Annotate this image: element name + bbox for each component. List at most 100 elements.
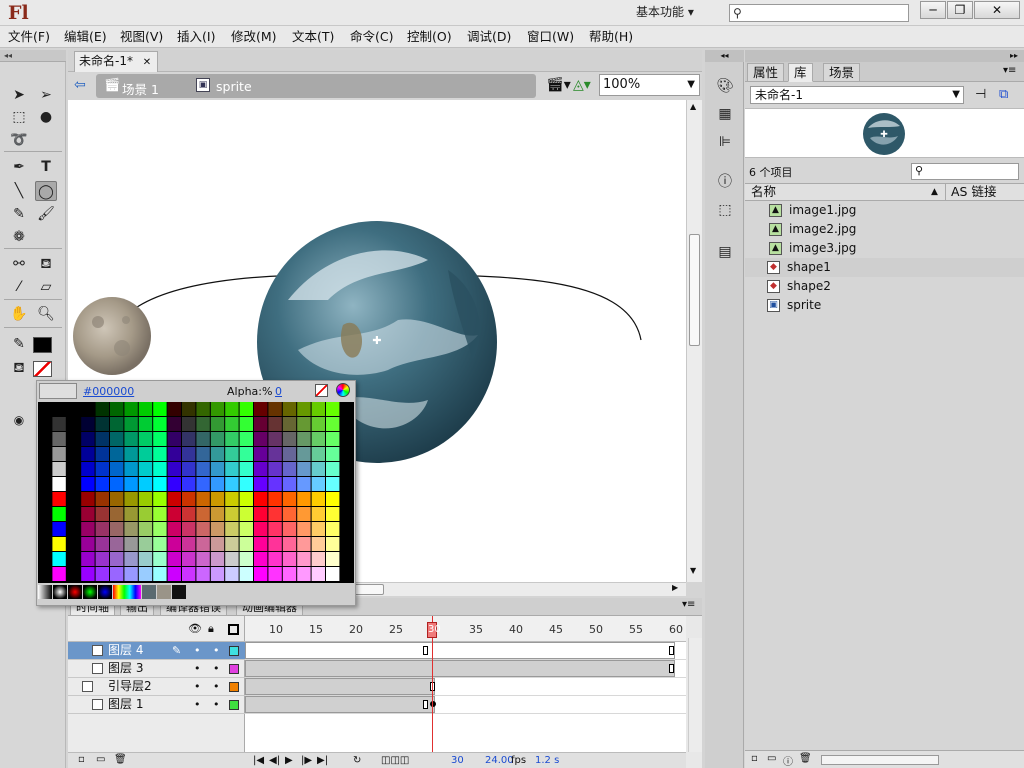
help-search-input[interactable]: ⚲ — [729, 4, 909, 22]
alpha-value[interactable]: 0 — [275, 385, 282, 398]
deco-tool-icon[interactable]: ❁ — [8, 227, 30, 247]
breadcrumb-scene[interactable]: 场景 1 — [122, 79, 159, 98]
menu-view[interactable]: 视图(V) — [120, 29, 163, 45]
breadcrumb-symbol[interactable]: sprite — [216, 79, 252, 94]
menu-help[interactable]: 帮助(H) — [589, 29, 633, 45]
minimize-button[interactable]: ─ — [920, 1, 946, 19]
stroke-color-swatch[interactable] — [33, 337, 52, 353]
current-frame-value[interactable]: 30 — [451, 754, 464, 768]
color-swatch-grid[interactable] — [38, 402, 354, 583]
new-folder-icon[interactable]: ▭ — [767, 753, 776, 764]
close-tab-icon[interactable]: ✕ — [143, 57, 151, 68]
color-wheel-icon[interactable] — [336, 383, 350, 397]
onion-skin-icon[interactable]: ◫◫◫ — [381, 754, 409, 768]
layer-row[interactable]: 引导层2 • • — [68, 678, 245, 696]
menu-commands[interactable]: 命令(C) — [350, 29, 393, 45]
pin-library-icon[interactable]: ⊣ — [975, 87, 986, 102]
library-search-input[interactable]: ⚲ — [911, 163, 1019, 180]
layer-row[interactable]: 图层 4 ✎ • • — [68, 642, 245, 660]
column-linkage[interactable]: AS 链接 — [951, 184, 996, 200]
close-button[interactable]: ✕ — [974, 1, 1020, 19]
gradient-swatches[interactable] — [38, 585, 354, 599]
library-horizontal-scrollbar[interactable] — [821, 755, 939, 765]
scroll-right-icon[interactable]: ▶ — [672, 583, 678, 592]
tab-scene[interactable]: 场景 — [823, 63, 861, 82]
free-transform-tool-icon[interactable]: ⬚ — [8, 107, 30, 127]
eraser-tool-icon[interactable]: ▱ — [35, 277, 57, 297]
menu-insert[interactable]: 插入(I) — [177, 29, 215, 45]
hand-tool-icon[interactable]: ✋ — [8, 304, 30, 324]
layer-color-swatch[interactable] — [229, 682, 239, 692]
library-item[interactable]: ▲ image1.jpg — [745, 201, 1024, 220]
panel-collapse-icon[interactable]: ▸▸ — [745, 50, 1024, 62]
menu-debug[interactable]: 调试(D) — [467, 29, 511, 45]
next-frame-icon[interactable]: |▶ — [301, 754, 312, 768]
timeline-scrollbar[interactable] — [688, 638, 702, 752]
layer-row[interactable]: 图层 3 • • — [68, 660, 245, 678]
stage-vertical-scrollbar[interactable]: ▲ ▼ — [686, 100, 702, 582]
3d-rotation-tool-icon[interactable]: ● — [35, 107, 57, 127]
layer-color-swatch[interactable] — [229, 646, 239, 656]
pen-tool-icon[interactable]: ✒ — [8, 157, 30, 177]
new-layer-icon[interactable]: ▫ — [78, 754, 85, 765]
outline-icon[interactable] — [228, 624, 239, 635]
menu-edit[interactable]: 编辑(E) — [64, 29, 107, 45]
edit-symbols-icon[interactable]: ◬▾ — [573, 77, 591, 93]
brush-tool-icon[interactable]: 🖌 — [35, 204, 57, 224]
swatches-panel-icon[interactable]: ▦ — [714, 104, 736, 124]
playhead-marker[interactable]: 30 — [427, 622, 441, 638]
menu-window[interactable]: 窗口(W) — [527, 29, 574, 45]
library-item[interactable]: ◆ shape1 — [745, 258, 1024, 277]
menu-modify[interactable]: 修改(M) — [231, 29, 277, 45]
new-symbol-icon[interactable]: ▫ — [751, 753, 758, 764]
delete-icon[interactable]: 🗑︎ — [799, 753, 812, 764]
scroll-thumb[interactable] — [689, 234, 700, 346]
panel-menu-icon[interactable]: ▾≡ — [1003, 65, 1016, 76]
components-panel-icon[interactable]: ▤ — [714, 242, 736, 262]
menu-control[interactable]: 控制(O) — [407, 29, 452, 45]
snap-to-objects-icon[interactable]: ◉ — [8, 410, 30, 430]
layer-row[interactable]: 图层 1 • • — [68, 696, 245, 714]
library-item[interactable]: ▲ image3.jpg — [745, 239, 1024, 258]
back-arrow-icon[interactable]: ⇦ — [74, 77, 86, 93]
last-frame-icon[interactable]: ▶| — [317, 754, 328, 768]
collapse-strip-icon[interactable]: ◂◂ — [705, 50, 744, 62]
sort-ascending-icon[interactable]: ▲ — [931, 184, 938, 200]
lasso-tool-icon[interactable]: ➰ — [8, 130, 30, 150]
hex-value[interactable]: #000000 — [83, 385, 134, 398]
menu-file[interactable]: 文件(F) — [8, 29, 50, 45]
tools-panel-header[interactable]: ◂◂ — [0, 50, 66, 62]
no-color-icon[interactable] — [315, 384, 328, 397]
selection-tool-icon[interactable]: ➤ — [8, 85, 30, 105]
scroll-up-icon[interactable]: ▲ — [690, 102, 696, 111]
loop-icon[interactable]: ↻ — [353, 754, 361, 768]
transform-panel-icon[interactable]: ⬚ — [714, 200, 736, 220]
eyedropper-tool-icon[interactable]: ⁄ — [8, 277, 30, 297]
restore-button[interactable]: ❐ — [947, 1, 973, 19]
zoom-tool-icon[interactable]: 🔍︎ — [35, 304, 57, 324]
frame-area[interactable]: 10 15 20 25 35 40 45 50 55 60 30 — [245, 616, 686, 768]
new-folder-icon[interactable]: ▭ — [96, 754, 105, 765]
library-item[interactable]: ▣ sprite — [745, 296, 1024, 315]
subselection-tool-icon[interactable]: ➢ — [35, 85, 57, 105]
scroll-down-icon[interactable]: ▼ — [690, 566, 696, 575]
library-item[interactable]: ◆ shape2 — [745, 277, 1024, 296]
text-tool-icon[interactable]: T — [35, 157, 57, 177]
menu-text[interactable]: 文本(T) — [292, 29, 334, 45]
info-panel-icon[interactable]: ⓘ — [714, 172, 736, 192]
playhead[interactable] — [432, 616, 433, 768]
properties-icon[interactable]: ⓘ — [783, 753, 793, 768]
eye-icon[interactable]: 👁︎ — [188, 622, 202, 635]
prev-frame-icon[interactable]: ◀| — [269, 754, 280, 768]
document-tab[interactable]: 未命名-1* ✕ — [74, 51, 158, 72]
line-tool-icon[interactable]: ╲ — [8, 181, 30, 201]
tab-properties[interactable]: 属性 — [747, 63, 785, 82]
first-frame-icon[interactable]: |◀ — [253, 754, 264, 768]
workspace-switcher[interactable]: 基本功能 ▾ — [636, 3, 712, 21]
column-name[interactable]: 名称 — [751, 184, 776, 200]
zoom-select[interactable]: 100% ▼ — [599, 74, 700, 96]
fill-color-swatch[interactable] — [33, 361, 52, 377]
layer-color-swatch[interactable] — [229, 700, 239, 710]
panel-menu-icon[interactable]: ▾≡ — [682, 599, 695, 610]
library-item[interactable]: ▲ image2.jpg — [745, 220, 1024, 239]
